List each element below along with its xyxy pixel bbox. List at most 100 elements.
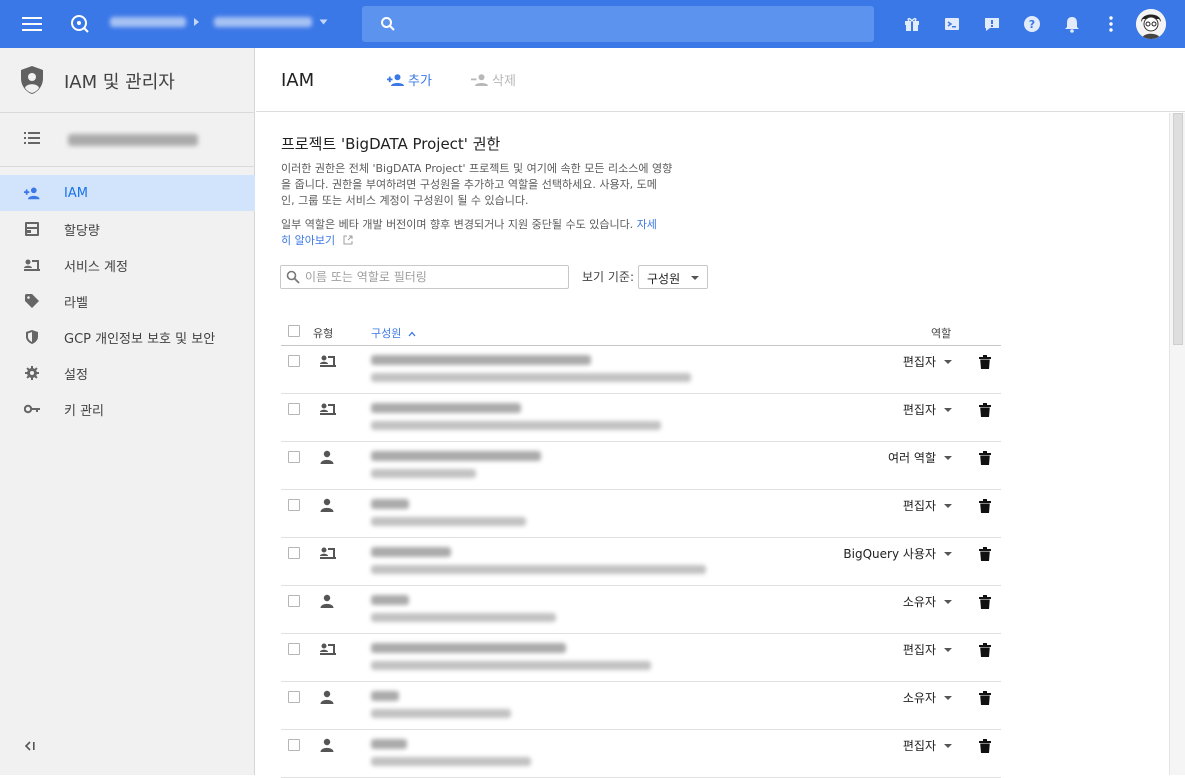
main-scrollbar[interactable]	[1169, 113, 1185, 775]
account-avatar[interactable]	[1136, 9, 1166, 39]
member-email	[371, 661, 651, 670]
role-label: 소유자	[902, 691, 936, 705]
search-bar[interactable]	[362, 6, 874, 42]
role-dropdown[interactable]: BigQuery 사용자	[843, 545, 952, 562]
sidebar-title: IAM 및 관리자	[64, 72, 175, 93]
column-header-member-label: 구성원	[371, 327, 402, 340]
project-selector-row[interactable]	[0, 113, 255, 167]
table-row[interactable]: 편집자	[281, 730, 1001, 778]
role-dropdown[interactable]: 편집자	[903, 641, 952, 658]
cloud-shell-icon[interactable]	[940, 12, 964, 36]
project-name	[68, 134, 198, 146]
beta-roles-note: 일부 역할은 베타 개발 버전이며 향후 변경되거나 지원 중단될 수도 있습니…	[281, 217, 731, 249]
delete-trash-icon[interactable]	[979, 450, 991, 469]
row-checkbox[interactable]	[288, 547, 300, 559]
hamburger-menu-icon[interactable]	[20, 12, 44, 36]
person-add-icon	[387, 73, 404, 86]
table-row[interactable]: 소유자	[281, 586, 1001, 634]
key-icon	[24, 401, 40, 417]
chevron-down-icon	[319, 19, 328, 25]
sidebar-item-privacy-security[interactable]: GCP 개인정보 보호 및 보안	[0, 319, 255, 355]
search-icon	[381, 17, 395, 31]
member-email	[371, 469, 476, 478]
table-row[interactable]: 편집자	[281, 394, 1001, 442]
select-all-checkbox[interactable]	[288, 325, 300, 337]
role-dropdown[interactable]: 소유자	[903, 593, 952, 610]
filter-input[interactable]	[305, 268, 563, 286]
role-dropdown[interactable]: 편집자	[903, 737, 952, 754]
collapse-sidebar-button[interactable]	[24, 740, 36, 755]
row-checkbox[interactable]	[288, 451, 300, 463]
delete-button-label: 삭제	[492, 74, 516, 89]
service-account-icon	[24, 257, 40, 273]
column-header-member[interactable]: 구성원	[371, 325, 416, 341]
learn-more-link[interactable]: 히 알아보기	[281, 234, 335, 247]
delete-trash-icon[interactable]	[979, 546, 991, 565]
sidebar-item-settings[interactable]: 설정	[0, 355, 255, 391]
section-title: 프로젝트 'BigDATA Project' 권한	[281, 135, 501, 153]
role-dropdown[interactable]: 여러 역할	[888, 449, 952, 466]
sidebar-item-label: GCP 개인정보 보호 및 보안	[64, 331, 216, 347]
member-name	[371, 499, 409, 509]
role-label: 소유자	[902, 595, 936, 609]
row-checkbox[interactable]	[288, 595, 300, 607]
sidebar-item-label: 할당량	[64, 223, 100, 239]
sidebar-item-quota[interactable]: 할당량	[0, 211, 255, 247]
table-row[interactable]: BigQuery 사용자	[281, 538, 1001, 586]
row-checkbox[interactable]	[288, 643, 300, 655]
row-checkbox[interactable]	[288, 739, 300, 751]
role-label: 편집자	[902, 739, 936, 753]
chevron-down-icon	[944, 455, 952, 460]
row-checkbox[interactable]	[288, 355, 300, 367]
person-icon	[320, 497, 336, 513]
help-icon[interactable]: ?	[1020, 12, 1044, 36]
table-row[interactable]: 편집자	[281, 490, 1001, 538]
view-by-dropdown[interactable]: 구성원	[638, 265, 708, 289]
person-remove-icon	[471, 73, 488, 86]
role-label: BigQuery 사용자	[843, 547, 936, 561]
add-member-button[interactable]: 추가	[387, 70, 432, 89]
member-name	[371, 595, 409, 605]
role-label: 편집자	[902, 499, 936, 513]
table-row[interactable]: 편집자	[281, 634, 1001, 682]
svg-text:?: ?	[1029, 18, 1035, 31]
table-row[interactable]: 소유자	[281, 682, 1001, 730]
table-row[interactable]: 편집자	[281, 346, 1001, 394]
role-dropdown[interactable]: 소유자	[903, 689, 952, 706]
row-checkbox[interactable]	[288, 691, 300, 703]
delete-member-button[interactable]: 삭제	[471, 70, 516, 89]
external-link-icon[interactable]	[343, 235, 353, 245]
platform-logo-icon[interactable]	[68, 12, 92, 36]
role-dropdown[interactable]: 편집자	[903, 401, 952, 418]
delete-trash-icon[interactable]	[979, 594, 991, 613]
delete-trash-icon[interactable]	[979, 642, 991, 661]
delete-trash-icon[interactable]	[979, 354, 991, 373]
learn-more-link[interactable]: 자세	[637, 218, 657, 231]
add-button-label: 추가	[408, 74, 432, 89]
member-name	[371, 451, 541, 461]
scrollbar-thumb[interactable]	[1173, 113, 1183, 345]
gift-icon[interactable]	[900, 12, 924, 36]
delete-trash-icon[interactable]	[979, 690, 991, 709]
sidebar-item-labels[interactable]: 라벨	[0, 283, 255, 319]
notifications-bell-icon[interactable]	[1060, 12, 1084, 36]
more-vert-icon[interactable]	[1099, 12, 1123, 36]
org-selector[interactable]	[110, 17, 186, 27]
row-checkbox[interactable]	[288, 403, 300, 415]
delete-trash-icon[interactable]	[979, 402, 991, 421]
row-checkbox[interactable]	[288, 499, 300, 511]
service-account-icon	[320, 641, 336, 657]
sidebar-item-iam[interactable]: IAM	[0, 175, 255, 211]
delete-trash-icon[interactable]	[979, 738, 991, 757]
role-dropdown[interactable]: 편집자	[903, 497, 952, 514]
filter-input-box[interactable]	[280, 265, 569, 289]
feedback-icon[interactable]	[980, 12, 1004, 36]
role-dropdown[interactable]: 편집자	[903, 353, 952, 370]
column-header-type[interactable]: 유형	[313, 325, 333, 341]
delete-trash-icon[interactable]	[979, 498, 991, 517]
sidebar-item-service-accounts[interactable]: 서비스 계정	[0, 247, 255, 283]
table-row[interactable]: 여러 역할	[281, 442, 1001, 490]
column-header-role[interactable]: 역할	[931, 325, 951, 341]
project-selector[interactable]	[214, 17, 312, 27]
sidebar-item-key-management[interactable]: 키 관리	[0, 391, 255, 427]
